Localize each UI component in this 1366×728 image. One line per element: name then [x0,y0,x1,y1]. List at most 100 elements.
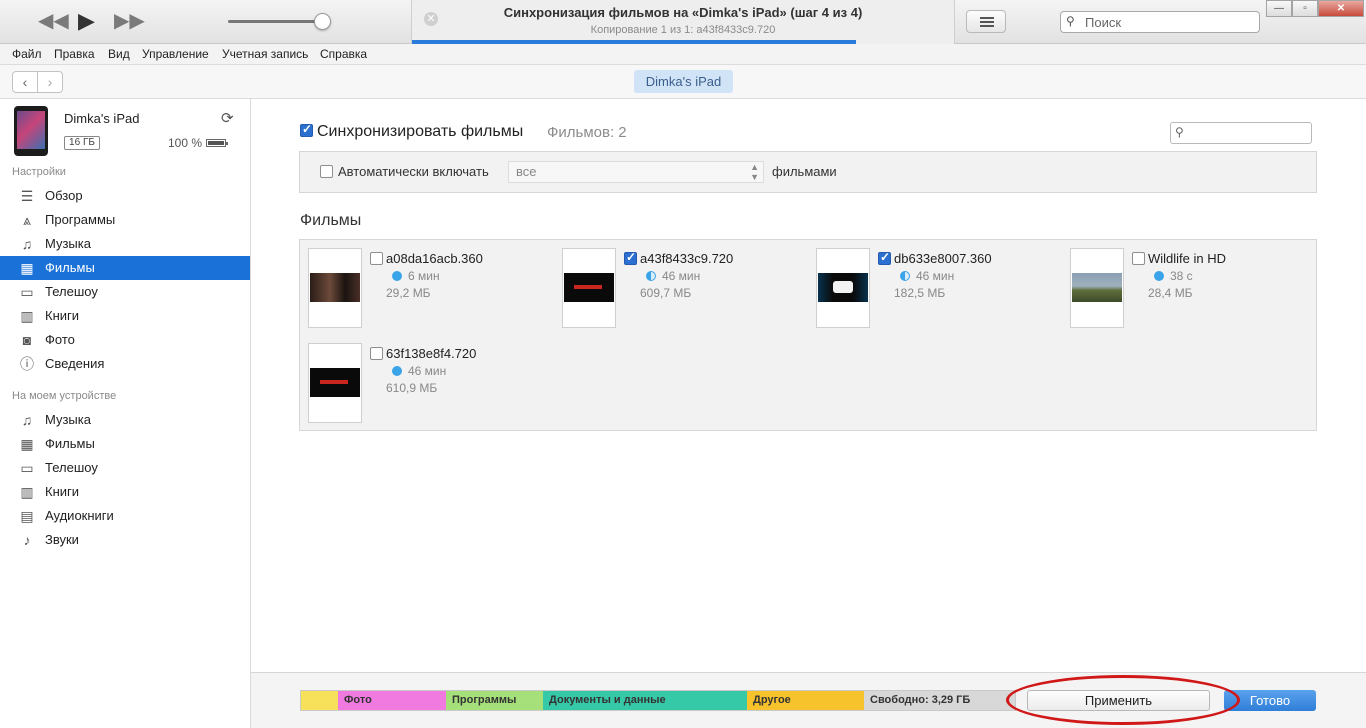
sidebar: Dimka's iPad ⟳ 16 ГБ 100 % Настройки ☰ О… [0,99,251,728]
film-item[interactable]: a08da16acb.360 6 мин 29,2 МБ [300,240,550,328]
sidebar-item-photos[interactable]: ◙ Фото [0,328,250,352]
film-name: a43f8433c9.720 [640,251,734,266]
film-checkbox[interactable] [1132,252,1145,265]
volume-knob[interactable] [314,13,331,30]
sidebar-item-info[interactable]: ⓘ Сведения [0,352,250,376]
film-poster [816,248,870,328]
film-item[interactable]: Wildlife in HD 38 с 28,4 МБ [1062,240,1312,328]
film-checkbox[interactable] [370,252,383,265]
films-grid: a08da16acb.360 6 мин 29,2 МБ a43f8433c9.… [299,239,1317,431]
films-section-title: Фильмы [300,212,362,229]
camera-icon: ◙ [22,332,32,348]
sidebar-item-tvshows[interactable]: ▭ Телешоу [0,280,250,304]
film-size: 609,7 МБ [640,286,692,300]
music-note-icon: ♫ [21,412,33,428]
search-box[interactable]: ⚲ [1060,11,1260,33]
rewind-icon[interactable]: ◀◀ [38,10,69,32]
menu-help[interactable]: Справка [320,47,367,61]
search-icon: ⚲ [1066,14,1075,28]
film-duration: 46 мин [646,269,700,283]
menu-edit[interactable]: Правка [54,47,95,61]
film-size: 610,9 МБ [386,381,438,395]
film-icon: ▦ [20,260,34,276]
sidebar-item-device-tvshows[interactable]: ▭ Телешоу [0,456,250,480]
forward-button[interactable]: › [37,71,63,93]
auto-include-checkbox[interactable] [320,165,333,178]
search-input[interactable] [1085,14,1255,30]
auto-include-select[interactable]: все ▲ ▼ [508,161,764,183]
bell-icon: ♪ [23,532,31,548]
film-checkbox[interactable] [624,250,637,265]
tv-icon: ▭ [20,284,34,300]
settings-header: Настройки [12,166,66,178]
sidebar-item-books[interactable]: ▥ Книги [0,304,250,328]
fast-forward-icon[interactable]: ▶▶ [114,10,145,32]
film-poster [308,343,362,423]
volume-slider[interactable] [228,20,322,23]
info-icon: ⓘ [20,356,34,372]
film-name: Wildlife in HD [1148,251,1227,266]
sync-movies-label: Синхронизировать фильмы [317,123,524,140]
maximize-button[interactable]: ▫ [1292,0,1318,17]
sidebar-item-device-tones[interactable]: ♪ Звуки [0,528,250,552]
film-name: db633e8007.360 [894,251,992,266]
menu-file[interactable]: Файл [12,47,42,61]
player-toolbar: ◀◀ ▶ ▶▶ ✕ Синхронизация фильмов на «Dimk… [0,0,1366,44]
sync-status-subtitle: Копирование 1 из 1: a43f8433c9.720 [590,24,776,36]
film-name: 63f138e8f4.720 [386,346,477,361]
storage-segment-photo: Фото [338,691,446,710]
film-item[interactable]: a43f8433c9.720 46 мин 609,7 МБ [554,240,804,328]
film-thumbnail [564,273,614,302]
movies-search-field[interactable]: ⚲ [1170,122,1312,144]
film-name: a08da16acb.360 [386,251,483,266]
battery-percent: 100 % [168,136,203,150]
auto-include-value: все [516,164,537,179]
sidebar-item-apps[interactable]: ⩓ Программы [0,208,250,232]
film-thumbnail [310,368,360,397]
partly-watched-dot-icon [646,271,656,281]
film-item[interactable]: db633e8007.360 46 мин 182,5 МБ [808,240,1058,328]
sidebar-item-device-movies[interactable]: ▦ Фильмы [0,432,250,456]
play-icon[interactable]: ▶ [78,10,95,32]
film-checkbox[interactable] [370,347,383,360]
partly-watched-dot-icon [900,271,910,281]
sidebar-item-overview[interactable]: ☰ Обзор [0,184,250,208]
annotation-highlight-oval [1006,675,1240,725]
minimize-button[interactable]: — [1266,0,1292,17]
sidebar-item-device-music[interactable]: ♫ Музыка [0,408,250,432]
menu-controls[interactable]: Управление [142,47,209,61]
audiobook-icon: ▤ [20,508,34,524]
film-size: 28,4 МБ [1148,286,1193,300]
list-view-button[interactable] [966,10,1006,33]
close-button[interactable]: ✕ [1318,0,1364,17]
film-poster [308,248,362,328]
auto-include-panel: Автоматически включать все ▲ ▼ фильмами [299,151,1317,193]
unwatched-dot-icon [392,271,402,281]
menu-view[interactable]: Вид [108,47,130,61]
sync-icon[interactable]: ⟳ [221,109,234,127]
on-device-header: На моем устройстве [12,390,117,402]
film-size: 29,2 МБ [386,286,431,300]
device-button[interactable]: Dimka's iPad [634,70,733,93]
film-size: 182,5 МБ [894,286,946,300]
sync-movies-checkbox[interactable] [300,122,313,137]
film-duration: 46 мин [392,364,446,378]
film-checkbox[interactable] [878,250,891,265]
storage-segment-apps: Программы [446,691,543,710]
device-name: Dimka's iPad [64,111,140,126]
unwatched-dot-icon [1154,271,1164,281]
storage-segment-free: Свободно: 3,29 ГБ [864,691,1015,710]
unwatched-dot-icon [392,366,402,376]
book-icon: ▥ [20,308,34,324]
sidebar-item-device-audiobooks[interactable]: ▤ Аудиокниги [0,504,250,528]
film-thumbnail [818,273,868,302]
film-item[interactable]: 63f138e8f4.720 46 мин 610,9 МБ [300,335,550,423]
menu-account[interactable]: Учетная запись [222,47,308,61]
sidebar-item-music[interactable]: ♫ Музыка [0,232,250,256]
ipad-device-icon [14,106,48,156]
back-button[interactable]: ‹ [12,71,38,93]
sidebar-item-device-books[interactable]: ▥ Книги [0,480,250,504]
list-icon: ☰ [20,188,34,204]
sidebar-item-movies[interactable]: ▦ Фильмы [0,256,250,280]
film-duration: 38 с [1154,269,1193,283]
